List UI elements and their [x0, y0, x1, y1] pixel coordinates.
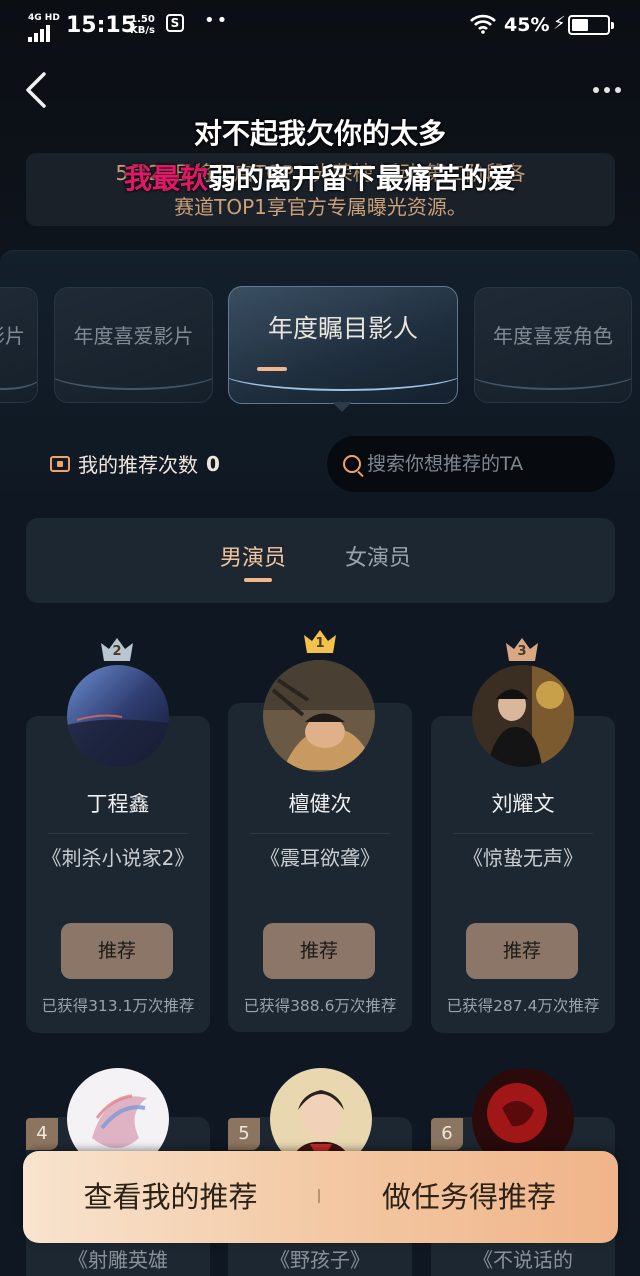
battery-icon	[568, 15, 614, 35]
divider	[48, 833, 188, 834]
my-recommend-count: 我的推荐次数 0	[50, 449, 220, 478]
recommend-total: 已获得313.1万次推荐	[41, 997, 195, 1015]
lyric-highlight: 我最软	[123, 162, 208, 195]
recommend-total: 已获得388.6万次推荐	[243, 997, 397, 1015]
network-speed: 1.50 KB/s	[130, 14, 155, 36]
page: 4G HD 15:15 1.50 KB/s S •• 45% ⚡ 5月21日将开…	[0, 0, 640, 1276]
candidate-work: 《不说话的	[473, 1248, 573, 1272]
view-my-recommendations-button[interactable]: 查看我的推荐	[23, 1151, 318, 1243]
signal-icon: 4G HD	[28, 12, 60, 42]
wifi-icon	[470, 14, 496, 34]
search-icon	[343, 455, 361, 473]
candidate-name: 檀健次	[288, 792, 352, 816]
candidate-work: 《野孩子》	[270, 1248, 370, 1272]
ticket-icon	[50, 455, 70, 472]
award-tab-film-partial[interactable]: 影片	[0, 287, 38, 403]
divider	[250, 833, 390, 834]
back-icon[interactable]	[22, 70, 52, 110]
award-tab-favorite-role[interactable]: 年度喜爱角色	[474, 287, 632, 403]
active-tab-indicator	[257, 367, 287, 371]
rank-badge: 4	[26, 1118, 58, 1150]
award-tab-notable-person[interactable]: 年度瞩目影人	[228, 286, 458, 404]
more-options-icon[interactable]	[593, 78, 633, 98]
avatar-ding-chengxin[interactable]	[67, 665, 169, 767]
search-input[interactable]	[367, 453, 587, 475]
candidate-work: 《刺杀小说家2》	[41, 846, 195, 870]
candidate-name: 刘耀文	[491, 792, 555, 816]
recommend-button[interactable]: 推荐	[466, 923, 578, 979]
recommend-button[interactable]: 推荐	[61, 923, 173, 979]
app-notification-icon: S	[166, 14, 184, 32]
avatar-liu-yaowen[interactable]	[472, 665, 574, 767]
status-bar: 4G HD 15:15 1.50 KB/s S •• 45% ⚡	[0, 0, 640, 50]
avatar-tan-jianci[interactable]	[263, 660, 375, 772]
candidate-work: 《震耳欲聋》	[260, 846, 380, 870]
gender-tabs: 男演员 女演员	[26, 518, 615, 603]
do-tasks-button[interactable]: 做任务得推荐	[320, 1151, 618, 1243]
lyric-line-2: 我最软弱的离开留下最痛苦的爱	[0, 157, 640, 197]
tab-pointer	[332, 402, 352, 412]
more-notifications-icon: ••	[204, 10, 230, 31]
candidate-work: 《射雕英雄	[68, 1248, 168, 1272]
tab-male-actor[interactable]: 男演员	[220, 540, 286, 582]
recommend-total: 已获得287.4万次推荐	[446, 997, 600, 1015]
candidate-work: 《惊蛰无声》	[463, 846, 583, 870]
lyric-rest: 弱的离开留下最痛苦的爱	[208, 162, 517, 195]
candidate-name: 丁程鑫	[86, 792, 150, 816]
rank-badge: 5	[228, 1118, 260, 1150]
battery-percent: 45%	[504, 14, 550, 36]
recommend-count-value: 0	[206, 451, 220, 476]
divider	[453, 833, 593, 834]
award-tab-favorite-film[interactable]: 年度喜爱影片	[54, 287, 213, 403]
tab-female-actor[interactable]: 女演员	[345, 540, 411, 572]
recommend-label: 我的推荐次数	[78, 453, 198, 477]
charging-icon: ⚡	[553, 13, 566, 34]
crown-silver-icon: 2	[100, 636, 134, 662]
crown-gold-icon: 1	[303, 628, 337, 654]
network-type: 4G HD	[28, 13, 60, 23]
lyric-line-1: 对不起我欠你的太多	[193, 117, 446, 150]
search-box[interactable]	[327, 436, 615, 492]
clock: 15:15	[66, 13, 137, 38]
rank-badge: 6	[431, 1118, 463, 1150]
bottom-action-bar: 查看我的推荐 做任务得推荐	[23, 1151, 618, 1243]
crown-bronze-icon: 3	[505, 636, 539, 662]
recommend-button[interactable]: 推荐	[263, 923, 375, 979]
